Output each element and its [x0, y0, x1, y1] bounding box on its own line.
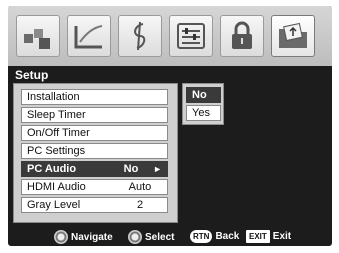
menu-icon-bar — [8, 6, 332, 66]
menu-item-sleep-timer[interactable]: Sleep Timer — [21, 107, 168, 123]
menu-item-value: Auto — [128, 181, 152, 193]
lock-tab[interactable] — [220, 15, 264, 57]
picture-icon — [24, 29, 50, 49]
setup-tab[interactable] — [271, 15, 315, 57]
lock-icon — [232, 21, 252, 49]
menu-item-label: PC Settings — [27, 145, 86, 157]
menu-item-on-off-timer[interactable]: On/Off Timer — [21, 125, 168, 141]
music-icon — [134, 21, 146, 51]
menu-item-label: On/Off Timer — [27, 127, 90, 139]
menu-item-label: Sleep Timer — [27, 109, 86, 121]
arrow-right-icon: ► — [153, 164, 162, 174]
pc-audio-options: No Yes — [182, 83, 224, 125]
rtn-key-icon: RTN — [190, 230, 213, 243]
tv-osd-screen: Setup Installation Sleep Timer On/Off Ti… — [8, 6, 332, 246]
exit-hint: EXIT Exit — [246, 230, 291, 243]
enter-button-icon — [128, 230, 142, 244]
select-hint: Select — [128, 230, 174, 244]
picture-tab[interactable] — [16, 15, 60, 57]
menu-item-label: Installation — [27, 91, 80, 103]
back-hint: RTN Back — [190, 230, 239, 243]
exit-key-icon: EXIT — [246, 230, 270, 243]
menu-item-value: No — [123, 163, 139, 175]
settings-sliders-icon — [177, 23, 205, 49]
menu-item-label: PC Audio — [27, 163, 77, 175]
menu-item-gray-level[interactable]: Gray Level 2 — [21, 197, 168, 213]
select-label: Select — [145, 231, 175, 243]
menu-item-hdmi-audio[interactable]: HDMI Audio Auto — [21, 179, 168, 195]
sound-tab[interactable] — [67, 15, 111, 57]
menu-item-label: Gray Level — [27, 199, 81, 211]
menu-item-value: 2 — [136, 199, 144, 211]
menu-item-pc-settings[interactable]: PC Settings — [21, 143, 168, 159]
navigate-hint: Navigate — [54, 230, 113, 244]
menu-title: Setup — [13, 66, 176, 83]
menu-item-pc-audio[interactable]: PC Audio No ► — [21, 161, 168, 177]
navigation-hint-bar: Navigate Select RTN Back EXIT Exit — [8, 228, 332, 246]
setup-menu-panel: Installation Sleep Timer On/Off Timer PC… — [13, 83, 178, 223]
exit-label: Exit — [272, 231, 292, 242]
navigate-label: Navigate — [71, 231, 113, 243]
menu-item-label: HDMI Audio — [27, 181, 86, 193]
option-no[interactable]: No — [186, 87, 221, 103]
music-tab[interactable] — [118, 15, 162, 57]
settings-tab[interactable] — [169, 15, 213, 57]
back-label: Back — [215, 231, 240, 242]
option-yes[interactable]: Yes — [186, 105, 221, 121]
sound-icon — [74, 25, 103, 49]
menu-item-installation[interactable]: Installation — [21, 89, 168, 105]
setup-folder-icon — [279, 22, 307, 48]
dpad-icon — [54, 230, 68, 244]
